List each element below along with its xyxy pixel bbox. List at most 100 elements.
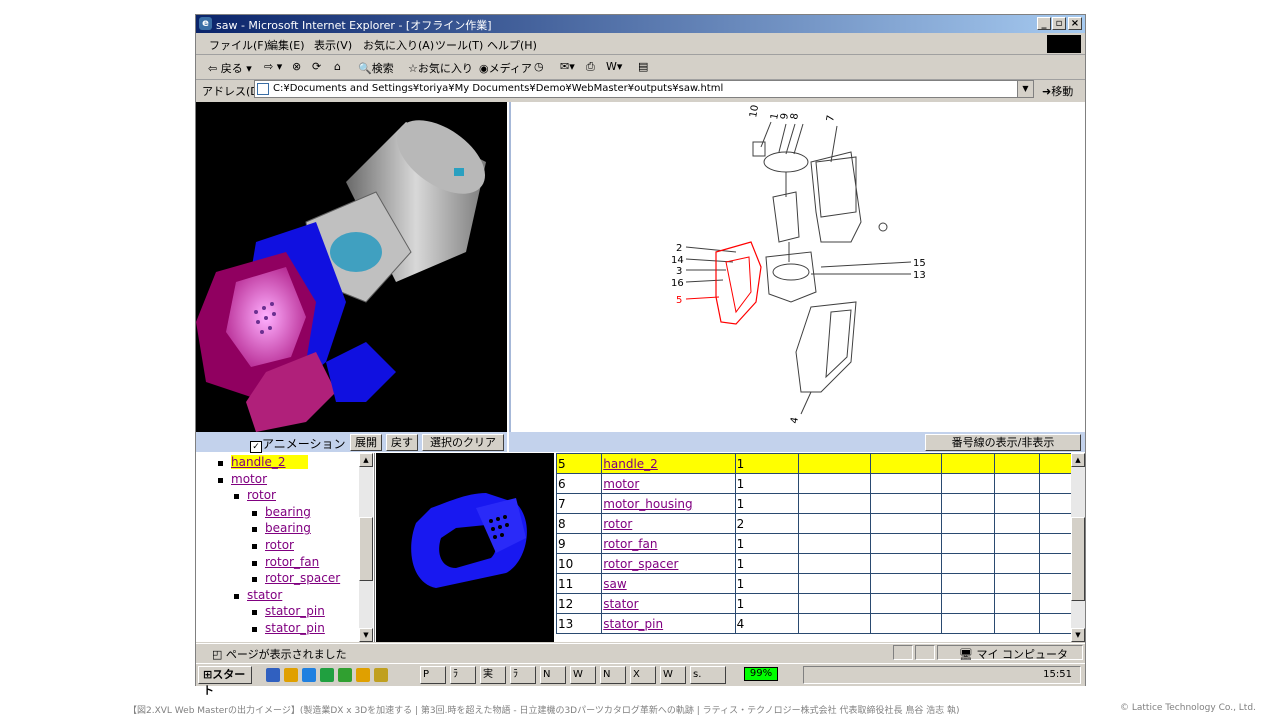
tree-item-motor[interactable]: motor bbox=[231, 472, 267, 486]
clock[interactable]: 15:51 bbox=[1043, 669, 1072, 680]
menu-file[interactable]: ファイル(F) bbox=[209, 37, 268, 53]
go-button[interactable]: ➜移動 bbox=[1042, 83, 1073, 99]
maximize-button[interactable]: ▫ bbox=[1052, 17, 1066, 30]
taskbar-task[interactable]: P bbox=[420, 666, 446, 684]
home-icon[interactable]: ⌂ bbox=[334, 60, 341, 73]
word-edit-icon[interactable]: W▾ bbox=[606, 60, 622, 73]
print-icon[interactable]: ⎙ bbox=[586, 60, 595, 74]
address-input[interactable]: C:¥Documents and Settings¥toriya¥My Docu… bbox=[254, 80, 1034, 98]
menu-tools[interactable]: ツール(T) bbox=[435, 37, 483, 53]
taskbar-task[interactable]: 実 bbox=[480, 666, 506, 684]
table-row[interactable]: 10 rotor_spacer 1 bbox=[556, 553, 1085, 574]
stop-icon[interactable]: ⊗ bbox=[292, 60, 301, 73]
3d-viewer[interactable] bbox=[196, 102, 507, 432]
discuss-icon[interactable]: ▤ bbox=[638, 60, 648, 73]
tree-item-handle-2[interactable]: handle_2 bbox=[231, 455, 308, 469]
tree-item-rotor[interactable]: rotor bbox=[247, 488, 276, 502]
tree-item-rotor-spacer[interactable]: rotor_spacer bbox=[265, 571, 340, 585]
menu-edit[interactable]: 編集(E) bbox=[267, 37, 305, 53]
mail-icon[interactable]: ✉▾ bbox=[560, 60, 575, 73]
scroll-thumb[interactable] bbox=[359, 517, 373, 581]
back-button[interactable]: ⇦ 戻る ▾ bbox=[208, 60, 252, 76]
tree-item-bearing[interactable]: bearing bbox=[265, 505, 311, 519]
taskbar-task[interactable]: ﾗ bbox=[450, 666, 476, 684]
taskbar-task[interactable]: ﾗ bbox=[510, 666, 536, 684]
part-name-cell[interactable]: stator_pin bbox=[601, 613, 736, 634]
taskbar-task[interactable]: s. bbox=[690, 666, 726, 684]
clear-selection-button[interactable]: 選択のクリア bbox=[422, 434, 504, 451]
menu-favorites[interactable]: お気に入り(A) bbox=[363, 37, 434, 53]
tree-item-stator-pin[interactable]: stator_pin bbox=[265, 604, 325, 618]
quicklaunch-icon[interactable] bbox=[374, 668, 388, 682]
part-name-cell[interactable]: rotor_spacer bbox=[601, 553, 736, 574]
minimize-button[interactable]: _ bbox=[1037, 17, 1051, 30]
table-row[interactable]: 12 stator 1 bbox=[556, 593, 1085, 614]
start-button[interactable]: ⊞スタート bbox=[198, 666, 252, 697]
part-link[interactable]: stator_pin bbox=[603, 617, 663, 631]
menu-help[interactable]: ヘルプ(H) bbox=[487, 37, 537, 53]
taskbar-task[interactable]: N bbox=[540, 666, 566, 684]
title-bar[interactable]: e saw - Microsoft Internet Explorer - [オ… bbox=[196, 15, 1085, 33]
media-button[interactable]: ◉メディア bbox=[479, 60, 532, 76]
quicklaunch-icon[interactable] bbox=[284, 668, 298, 682]
tree-scrollbar[interactable]: ▲ ▼ bbox=[359, 453, 373, 642]
quicklaunch-icon[interactable] bbox=[302, 668, 316, 682]
part-name-cell[interactable]: saw bbox=[601, 573, 736, 594]
part-link[interactable]: saw bbox=[603, 577, 626, 591]
part-link[interactable]: motor_housing bbox=[603, 497, 692, 511]
table-scroll-up-icon[interactable]: ▲ bbox=[1071, 453, 1085, 467]
scroll-up-icon[interactable]: ▲ bbox=[359, 453, 373, 467]
address-dropdown-icon[interactable]: ▼ bbox=[1017, 81, 1033, 97]
toggle-callouts-button[interactable]: 番号線の表示/非表示 bbox=[925, 434, 1081, 451]
part-name-cell[interactable]: motor bbox=[601, 473, 736, 494]
part-link[interactable]: stator bbox=[603, 597, 638, 611]
favorites-button[interactable]: ☆お気に入り bbox=[408, 60, 473, 76]
close-button[interactable]: × bbox=[1068, 17, 1082, 30]
table-scroll-thumb[interactable] bbox=[1071, 517, 1085, 601]
part-name-cell[interactable]: handle_2 bbox=[601, 453, 736, 474]
table-row[interactable]: 13 stator_pin 4 bbox=[556, 613, 1085, 634]
part-link[interactable]: rotor_fan bbox=[603, 537, 657, 551]
part-link[interactable]: handle_2 bbox=[603, 457, 658, 471]
exploded-drawing-view[interactable]: 10 1 9 8 7 2 14 3 16 5 15 13 4 bbox=[509, 102, 1085, 432]
part-name-cell[interactable]: rotor bbox=[601, 513, 736, 534]
tree-item-stator-pin[interactable]: stator_pin bbox=[265, 621, 325, 635]
table-row[interactable]: 5 handle_2 1 bbox=[556, 453, 1085, 474]
menu-view[interactable]: 表示(V) bbox=[314, 37, 352, 53]
taskbar-task[interactable]: W bbox=[570, 666, 596, 684]
taskbar-task[interactable]: X bbox=[630, 666, 656, 684]
part-link[interactable]: rotor bbox=[603, 517, 632, 531]
table-row[interactable]: 9 rotor_fan 1 bbox=[556, 533, 1085, 554]
animation-checkbox-box[interactable]: ✓ bbox=[250, 441, 262, 453]
expand-button[interactable]: 展開 bbox=[350, 434, 382, 451]
table-scrollbar[interactable]: ▲ ▼ bbox=[1071, 453, 1085, 642]
part-name-cell[interactable]: motor_housing bbox=[601, 493, 736, 514]
history-icon[interactable]: ◷ bbox=[534, 60, 544, 73]
battery-meter[interactable]: 99% bbox=[744, 667, 778, 681]
quicklaunch-icon[interactable] bbox=[266, 668, 280, 682]
quicklaunch-icon[interactable] bbox=[338, 668, 352, 682]
tree-item-stator[interactable]: stator bbox=[247, 588, 282, 602]
table-row[interactable]: 11 saw 1 bbox=[556, 573, 1085, 594]
scroll-down-icon[interactable]: ▼ bbox=[359, 628, 373, 642]
forward-button[interactable]: ⇨ ▾ bbox=[264, 60, 282, 73]
tree-item-bearing[interactable]: bearing bbox=[265, 521, 311, 535]
part-link[interactable]: motor bbox=[603, 477, 639, 491]
taskbar-task[interactable]: N bbox=[600, 666, 626, 684]
refresh-icon[interactable]: ⟳ bbox=[312, 60, 321, 73]
quicklaunch-icon[interactable] bbox=[320, 668, 334, 682]
table-scroll-down-icon[interactable]: ▼ bbox=[1071, 628, 1085, 642]
part-name-cell[interactable]: stator bbox=[601, 593, 736, 614]
part-name-cell[interactable]: rotor_fan bbox=[601, 533, 736, 554]
tree-item-rotor-fan[interactable]: rotor_fan bbox=[265, 555, 319, 569]
reset-button[interactable]: 戻す bbox=[386, 434, 418, 451]
taskbar-task[interactable]: W bbox=[660, 666, 686, 684]
search-button[interactable]: 🔍検索 bbox=[358, 60, 394, 76]
part-link[interactable]: rotor_spacer bbox=[603, 557, 678, 571]
animation-checkbox[interactable]: ✓ アニメーション bbox=[250, 435, 346, 453]
quicklaunch-icon[interactable] bbox=[356, 668, 370, 682]
table-row[interactable]: 6 motor 1 bbox=[556, 473, 1085, 494]
table-row[interactable]: 8 rotor 2 bbox=[556, 513, 1085, 534]
tree-item-rotor[interactable]: rotor bbox=[265, 538, 294, 552]
table-row[interactable]: 7 motor_housing 1 bbox=[556, 493, 1085, 514]
